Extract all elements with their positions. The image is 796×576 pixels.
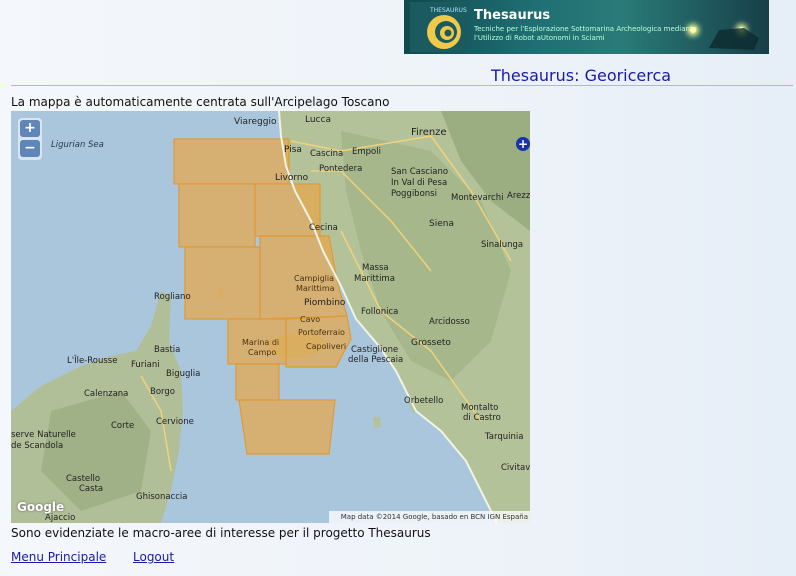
map-label: Campo [248,348,277,357]
map-label: Marina di [242,338,280,347]
map-label: Arezz [507,191,530,201]
map-label: Campiglia [294,274,335,283]
map-label: Pontedera [319,164,363,174]
map-label: Ligurian Sea [51,140,104,150]
map-label: Rogliano [154,292,191,302]
map-label: Cascina [310,149,344,159]
map-label: Biguglia [166,369,201,379]
header-banner: THESAURUS Thesaurus Tecniche per l'Esplo… [404,0,769,54]
banner-subtitle: Tecniche per l'Esplorazione Sottomarina … [474,25,697,42]
map-label: Ajaccio [45,513,76,523]
map-label: Piombino [304,298,346,308]
map-label: Casta [79,484,104,494]
map-label: Corte [111,421,135,431]
macro-area [184,246,261,320]
macro-area [178,183,256,248]
banner-title: Thesaurus [474,8,551,23]
map-label: Empoli [352,147,381,157]
map-label: Montevarchi [451,193,504,203]
macro-area [238,399,336,455]
map-label: Calenzana [84,389,129,399]
map-label: Siena [429,219,454,229]
zoom-out-button[interactable]: − [20,140,40,157]
map-label: Grosseto [411,338,451,348]
map-label: L'Île-Rousse [67,356,118,366]
zoom-control: + − [18,118,42,160]
map-label: Marittima [354,274,395,284]
logout-link[interactable]: Logout [133,550,174,564]
map-label: Poggibonsi [391,189,437,199]
map-label: Civitavecch [501,463,530,473]
map-label: Marittima [296,284,335,293]
map-label: Cecina [309,223,338,233]
map-label: Borgo [150,387,175,397]
map-label: Furiani [131,360,160,370]
map-label: Tarquinia [485,432,524,442]
map-label: San Casciano [391,167,449,177]
underwater-robot-silhouette [709,28,759,50]
map-label: Massa [362,263,389,273]
google-logo: Google [17,500,65,514]
page-title: Thesaurus: Georicerca [491,66,672,85]
map-label: Portoferraio [298,328,345,337]
map-label: Montalto [461,403,499,413]
map-label: Orbetello [404,396,444,406]
map-label: Castello [66,474,101,484]
logo-text: THESAURUS [429,7,467,14]
map-label: Ghisonaccia [136,492,188,502]
plus-icon[interactable]: + [516,137,530,151]
map-label: Arcidosso [429,317,470,327]
nautilus-shell-logo: THESAURUS [410,2,468,52]
macro-area [173,138,290,185]
map-label: Sinalunga [481,240,524,250]
map-attribution[interactable]: Map data ©2014 Google, basado en BCN IGN… [329,511,530,523]
map-label: di Castro [463,413,501,423]
map-label: Viareggio [234,117,277,127]
map-label: Castiglione [351,345,399,355]
map-label: Lucca [305,115,331,125]
map-label: Capoliveri [306,342,347,351]
map-label: Bastia [154,345,181,355]
map-viewport[interactable]: + − + Ligurian Sea Viareggio Lucca Firen… [11,111,530,523]
robot-light [690,27,696,33]
map-label: In Val di Pesa [391,178,448,188]
macro-area [235,363,280,401]
map-label: Follonica [361,307,399,317]
map-label: Cavo [300,315,321,324]
map-label: Livorno [275,173,309,183]
menu-principale-link[interactable]: Menu Principale [11,550,106,564]
zoom-in-button[interactable]: + [20,120,40,137]
map-caption: Sono evidenziate le macro-aree di intere… [11,526,431,540]
map-label: de Scandola [11,441,64,451]
map-label: serve Naturelle [11,430,76,440]
map-label: Pisa [284,145,302,155]
map-label: Firenze [411,127,447,138]
giglio-island [373,417,381,428]
intro-text: La mappa è automaticamente centrata sull… [11,95,390,109]
header-divider [11,85,793,86]
map-label: della Pescaia [348,355,404,365]
map-label: Cervione [156,417,194,427]
